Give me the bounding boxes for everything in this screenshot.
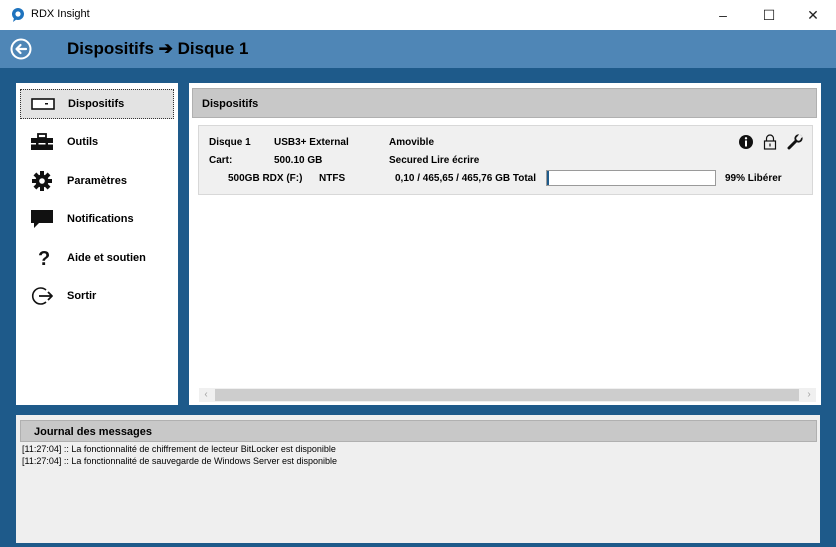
- sidebar: Dispositifs Outils Paramètres Notificati…: [16, 83, 178, 405]
- sidebar-item-label: Paramètres: [67, 175, 127, 187]
- cart-label: Cart:: [209, 155, 233, 166]
- sidebar-item-notifications[interactable]: Notifications: [20, 205, 172, 233]
- drive-icon: [31, 98, 55, 110]
- cart-size: 500.10 GB: [274, 155, 323, 166]
- speech-bubble-icon: [31, 210, 53, 228]
- scroll-left-icon[interactable]: ‹: [199, 388, 213, 402]
- devices-panel: Dispositifs Disque 1 USB3+ External Amov…: [189, 83, 821, 405]
- sidebar-item-label: Dispositifs: [68, 98, 125, 110]
- free-space-text: 99% Libérer: [725, 173, 782, 184]
- log-line: [11:27:04] :: La fonctionnalité de sauve…: [22, 456, 338, 466]
- sidebar-item-outils[interactable]: Outils: [20, 128, 172, 156]
- svg-text:?: ?: [38, 248, 50, 268]
- panel-header: Dispositifs: [192, 88, 817, 118]
- maximize-button[interactable]: ☐: [746, 0, 792, 30]
- sidebar-item-parametres[interactable]: Paramètres: [20, 167, 172, 195]
- panel-title: Dispositifs: [202, 98, 259, 110]
- page-title: Dispositifs ➔ Disque 1: [67, 39, 249, 58]
- sidebar-item-label: Aide et soutien: [67, 252, 146, 264]
- exit-icon: [31, 287, 53, 305]
- message-log-panel: Journal des messages [11:27:04] :: La fo…: [16, 415, 820, 543]
- app-title: RDX Insight: [31, 8, 90, 20]
- scroll-right-icon[interactable]: ›: [802, 388, 816, 402]
- sidebar-item-aide[interactable]: ? Aide et soutien: [20, 244, 172, 272]
- security-status: Secured: [389, 155, 429, 166]
- usage-progress-fill: [547, 171, 550, 185]
- title-bar: RDX Insight – ☐ ✕: [0, 0, 836, 30]
- device-card[interactable]: Disque 1 USB3+ External Amovible Cart: 5…: [198, 125, 813, 195]
- wrench-icon[interactable]: [787, 134, 803, 150]
- minimize-button[interactable]: –: [700, 0, 746, 30]
- message-log-header: Journal des messages: [20, 420, 817, 442]
- page-header: Dispositifs ➔ Disque 1: [0, 30, 836, 68]
- horizontal-scrollbar[interactable]: ‹ ›: [199, 388, 816, 402]
- sidebar-item-label: Outils: [67, 136, 99, 148]
- close-button[interactable]: ✕: [790, 0, 836, 30]
- sidebar-item-dispositifs[interactable]: Dispositifs: [20, 89, 174, 119]
- access-mode: Lire écrire: [431, 155, 480, 166]
- device-type: Amovible: [389, 137, 435, 148]
- message-log-title: Journal des messages: [34, 426, 153, 438]
- usage-progress-bar: [546, 170, 716, 186]
- filesystem: NTFS: [319, 173, 346, 184]
- log-line: [11:27:04] :: La fonctionnalité de chiff…: [22, 444, 336, 454]
- lock-icon[interactable]: [762, 134, 778, 150]
- question-icon: ?: [38, 248, 50, 268]
- toolbox-icon: [31, 133, 53, 150]
- back-arrow-icon[interactable]: [10, 38, 32, 60]
- sidebar-item-label: Sortir: [67, 290, 97, 302]
- device-interface: USB3+ External: [274, 137, 349, 148]
- device-name: Disque 1: [209, 137, 251, 148]
- usage-text: 0,10 / 465,65 / 465,76 GB Total: [395, 173, 537, 184]
- sidebar-item-label: Notifications: [67, 213, 134, 225]
- gear-icon: [32, 171, 52, 191]
- volume-name: 500GB RDX (F:): [228, 173, 303, 184]
- rdx-logo-icon: [12, 8, 24, 22]
- scrollbar-thumb[interactable]: [215, 389, 799, 401]
- sidebar-item-sortir[interactable]: Sortir: [20, 282, 172, 310]
- info-icon[interactable]: [738, 134, 754, 150]
